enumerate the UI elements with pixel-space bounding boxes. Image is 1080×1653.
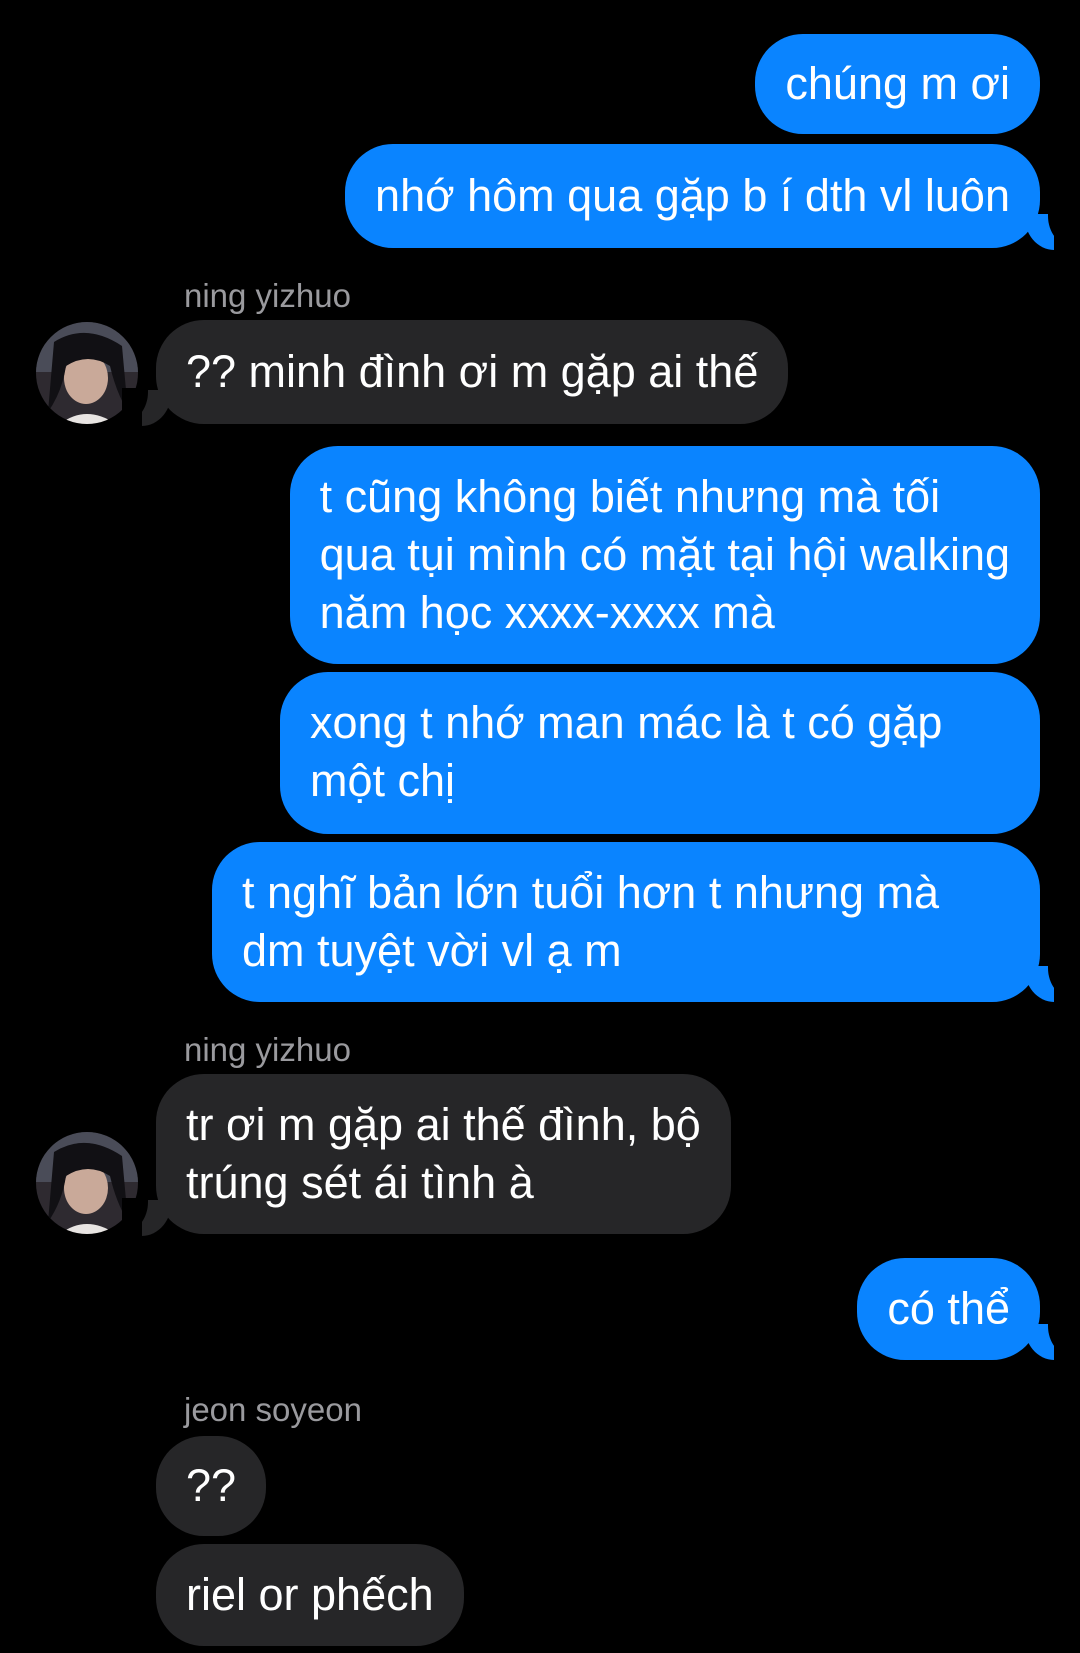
incoming-message[interactable]: ?? minh đình ơi m gặp ai thế <box>156 320 789 424</box>
message-text-line: qua tụi mình có mặt tại hội walking <box>319 529 1010 580</box>
bubble-tail <box>1024 964 1074 1002</box>
message-text-line: dm tuyệt vời vl ạ m <box>242 925 622 976</box>
message-text: ?? <box>186 1460 237 1511</box>
message-text-line: năm học xxxx-xxxx mà <box>319 587 775 638</box>
message-text-line: trúng sét ái tình à <box>186 1157 534 1208</box>
sender-name: ning yizhuo <box>184 277 351 314</box>
outgoing-message[interactable]: t nghĩ bản lớn tuổi hơn t nhưng mà dm tu… <box>212 842 1040 1002</box>
outgoing-message[interactable]: nhớ hôm qua gặp b í dth vl luôn <box>345 144 1040 248</box>
chat-thread: chúng m ơi nhớ hôm qua gặp b í dth vl lu… <box>0 0 1080 1653</box>
bubble-tail <box>122 1198 172 1236</box>
outgoing-message[interactable]: chúng m ơi <box>755 34 1040 134</box>
outgoing-message[interactable]: xong t nhớ man mác là t có gặp một chị <box>280 672 1040 834</box>
message-text: riel or phếch <box>186 1569 434 1620</box>
incoming-message[interactable]: riel or phếch <box>156 1544 464 1646</box>
message-text-line: t cũng không biết nhưng mà tối <box>319 471 941 522</box>
message-text-line: t nghĩ bản lớn tuổi hơn t nhưng mà <box>242 867 940 918</box>
sender-name: jeon soyeon <box>184 1391 362 1428</box>
message-text: chúng m ơi <box>785 58 1010 109</box>
bubble-tail <box>122 388 172 426</box>
sender-name: ning yizhuo <box>184 1031 351 1068</box>
bubble-tail <box>1024 1322 1074 1360</box>
incoming-message[interactable]: tr ơi m gặp ai thế đình, bộ trúng sét ái… <box>156 1074 731 1234</box>
message-text: ?? minh đình ơi m gặp ai thế <box>186 346 759 397</box>
incoming-message[interactable]: ?? <box>156 1436 267 1536</box>
message-text: có thể <box>887 1283 1010 1334</box>
message-text-line: một chị <box>310 755 456 806</box>
bubble-tail <box>1024 212 1074 250</box>
message-text-line: tr ơi m gặp ai thế đình, bộ <box>186 1099 701 1150</box>
message-text: nhớ hôm qua gặp b í dth vl luôn <box>375 170 1010 221</box>
outgoing-message[interactable]: t cũng không biết nhưng mà tối qua tụi m… <box>289 446 1040 664</box>
outgoing-message[interactable]: có thể <box>857 1258 1040 1360</box>
message-text-line: xong t nhớ man mác là t có gặp <box>310 697 943 748</box>
